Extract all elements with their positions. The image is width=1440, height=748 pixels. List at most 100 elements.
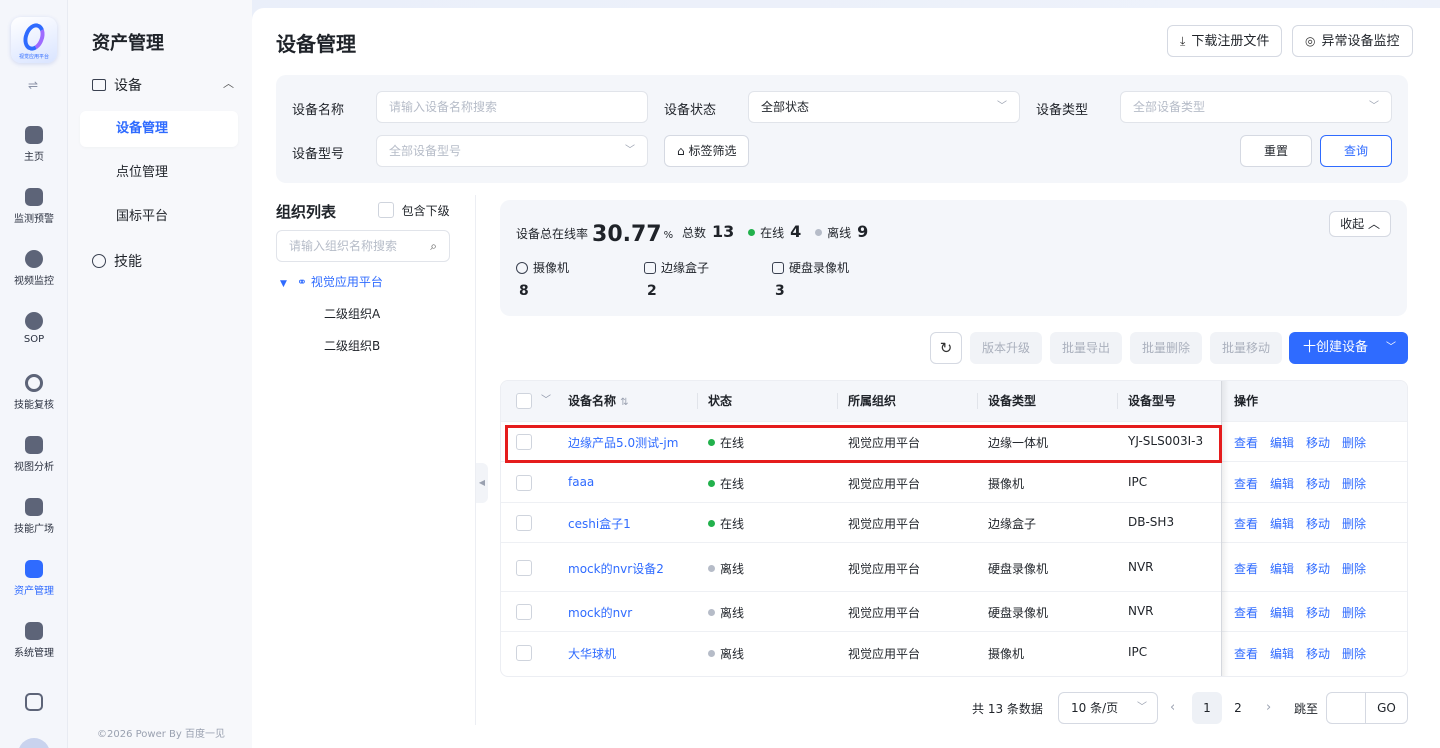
search-icon[interactable]: ⌕	[430, 231, 437, 261]
abnormal-device-monitor-button[interactable]: ◎ 异常设备监控	[1292, 25, 1413, 57]
collapse-handle[interactable]: ◀	[476, 463, 488, 503]
subnav-item-point-management[interactable]: 点位管理	[80, 155, 238, 191]
device-name-link[interactable]: faaa	[568, 475, 594, 489]
rail-item-7[interactable]: 资产管理	[0, 560, 68, 597]
device-name-link[interactable]: 大华球机	[568, 645, 616, 662]
download-register-file-button[interactable]: ⤓ 下载注册文件	[1167, 25, 1283, 57]
type-camera-count: 8	[519, 283, 529, 299]
sort-icon[interactable]: ⇅	[620, 397, 628, 408]
chevron-down-icon[interactable]: ﹀	[1386, 332, 1396, 364]
system-icon	[25, 622, 43, 640]
col-divider	[977, 393, 978, 409]
batch-delete-button[interactable]: 批量删除	[1130, 332, 1203, 364]
next-page-icon[interactable]: ›	[1266, 700, 1271, 715]
batch-move-button[interactable]: 批量移动	[1210, 332, 1283, 364]
subnav-group-device[interactable]: 设备 ︿	[92, 75, 240, 95]
sub-nav: 资产管理 设备 ︿ 设备管理 点位管理 国标平台 技能 ©2026 Power …	[68, 0, 252, 748]
app-logo[interactable]: 视觉应用平台	[11, 17, 57, 63]
type-edge-box-count: 2	[647, 283, 657, 299]
device-name-input[interactable]: 请输入设备名称搜索	[376, 91, 648, 123]
caret-left-icon: ◀	[478, 478, 486, 487]
rail-item-3[interactable]: SOP	[0, 312, 68, 345]
online-dot-icon	[708, 480, 715, 487]
chevron-down-icon: ﹀	[625, 145, 635, 156]
tree-node-child[interactable]: 二级组织B	[324, 337, 380, 354]
org-cell: 视觉应用平台	[848, 647, 921, 661]
type-nvr-count: 3	[775, 283, 785, 299]
refresh-icon: ↻	[939, 339, 953, 357]
device-status-select[interactable]: 全部状态 ﹀	[748, 91, 1020, 123]
highlight-box	[505, 425, 1222, 463]
batch-export-button[interactable]: 批量导出	[1050, 332, 1123, 364]
total-label: 总数	[682, 226, 707, 240]
switch-icon[interactable]: ⇌	[28, 78, 38, 92]
status-text: 离线	[720, 647, 745, 661]
reset-button[interactable]: 重置	[1240, 135, 1312, 167]
subnav-item-device-management[interactable]: 设备管理	[80, 111, 238, 147]
sop-icon	[25, 312, 43, 330]
device-model-cell: NVR	[1128, 604, 1154, 618]
rail-item-1[interactable]: 监测预警	[0, 188, 68, 225]
caret-down-icon[interactable]: ▼	[280, 279, 287, 289]
version-upgrade-button[interactable]: 版本升级	[970, 332, 1043, 364]
row-checkbox[interactable]	[516, 515, 532, 531]
copyright: ©2026 Power By 百度一见	[97, 729, 225, 740]
device-model-select[interactable]: 全部设备型号 ﹀	[376, 135, 648, 167]
row-checkbox[interactable]	[516, 604, 532, 620]
type-edge-box: 边缘盒子	[644, 259, 709, 276]
avatar[interactable]	[18, 738, 50, 748]
row-checkbox[interactable]	[516, 645, 532, 661]
offline-dot-icon	[815, 229, 823, 236]
tree-node-root[interactable]: ▼ ⚭ 视觉应用平台	[280, 273, 383, 290]
status-text: 离线	[720, 562, 745, 576]
device-counts: 总数 13 在线 4 离线 9	[682, 222, 878, 241]
device-type-select[interactable]: 全部设备类型 ﹀	[1120, 91, 1392, 123]
rail-item-label: 监测预警	[14, 214, 54, 225]
subnav-group-skill[interactable]: 技能	[92, 251, 142, 271]
collapse-stats-button[interactable]: 收起 ︿	[1329, 211, 1391, 237]
main-content: 设备管理 ⤓ 下载注册文件 ◎ 异常设备监控 设备名称 请输入设备名称搜索 设备状态…	[252, 8, 1440, 748]
row-checkbox[interactable]	[516, 475, 532, 491]
type-label: 摄像机	[533, 261, 570, 275]
col-label: 设备名称	[568, 394, 617, 408]
jump-page-input[interactable]	[1326, 692, 1366, 724]
device-name-link[interactable]: mock的nvr设备2	[568, 560, 664, 577]
subnav-title: 资产管理	[92, 33, 164, 54]
device-name-link[interactable]: ceshi盒子1	[568, 515, 631, 532]
rail-item-6[interactable]: 技能广场	[0, 498, 68, 535]
chevron-down-icon: ﹀	[997, 101, 1007, 112]
org-search-input[interactable]: 请输入组织名称搜索 ⌕	[276, 230, 450, 262]
device-model-cell: DB-SH3	[1128, 515, 1175, 529]
rail-item-2[interactable]: 视频监控	[0, 250, 68, 287]
rail-extra-item[interactable]	[0, 693, 68, 715]
go-button[interactable]: GO	[1366, 692, 1408, 724]
edge-box-icon	[644, 262, 656, 274]
type-camera: 摄像机	[516, 259, 569, 276]
tree-node-child[interactable]: 二级组织A	[324, 305, 380, 322]
online-dot-icon	[708, 520, 715, 527]
query-button[interactable]: 查询	[1320, 135, 1392, 167]
download-icon: ⤓	[1180, 34, 1186, 48]
include-sub-checkbox[interactable]: 包含下级	[378, 202, 450, 219]
device-type-cell: 摄像机	[988, 477, 1025, 491]
rail-item-5[interactable]: 视图分析	[0, 436, 68, 473]
rail-item-0[interactable]: 主页	[0, 126, 68, 163]
checkbox[interactable]	[378, 202, 394, 218]
prev-page-icon[interactable]: ‹	[1170, 700, 1175, 715]
rail-item-4[interactable]: 技能复核	[0, 374, 68, 411]
device-model-cell: IPC	[1128, 645, 1148, 659]
create-device-button[interactable]: 十创建设备 ﹀	[1289, 332, 1408, 364]
page-2-button[interactable]: 2	[1223, 692, 1253, 724]
device-name-link[interactable]: mock的nvr	[568, 604, 632, 621]
subnav-item-gb-platform[interactable]: 国标平台	[80, 199, 238, 235]
rail-item-8[interactable]: 系统管理	[0, 622, 68, 659]
offline-dot-icon	[708, 650, 715, 657]
device-icon	[92, 79, 106, 91]
refresh-button[interactable]: ↻	[930, 332, 962, 364]
page-size-select[interactable]: 10 条/页 ﹀	[1058, 692, 1158, 724]
page-1-button[interactable]: 1	[1192, 692, 1222, 724]
expand-chevron-icon[interactable]: ﹀	[541, 381, 551, 421]
tag-filter-button[interactable]: ⌂ 标签筛选	[664, 135, 750, 167]
row-checkbox[interactable]	[516, 560, 532, 576]
select-all-checkbox[interactable]	[516, 393, 532, 409]
